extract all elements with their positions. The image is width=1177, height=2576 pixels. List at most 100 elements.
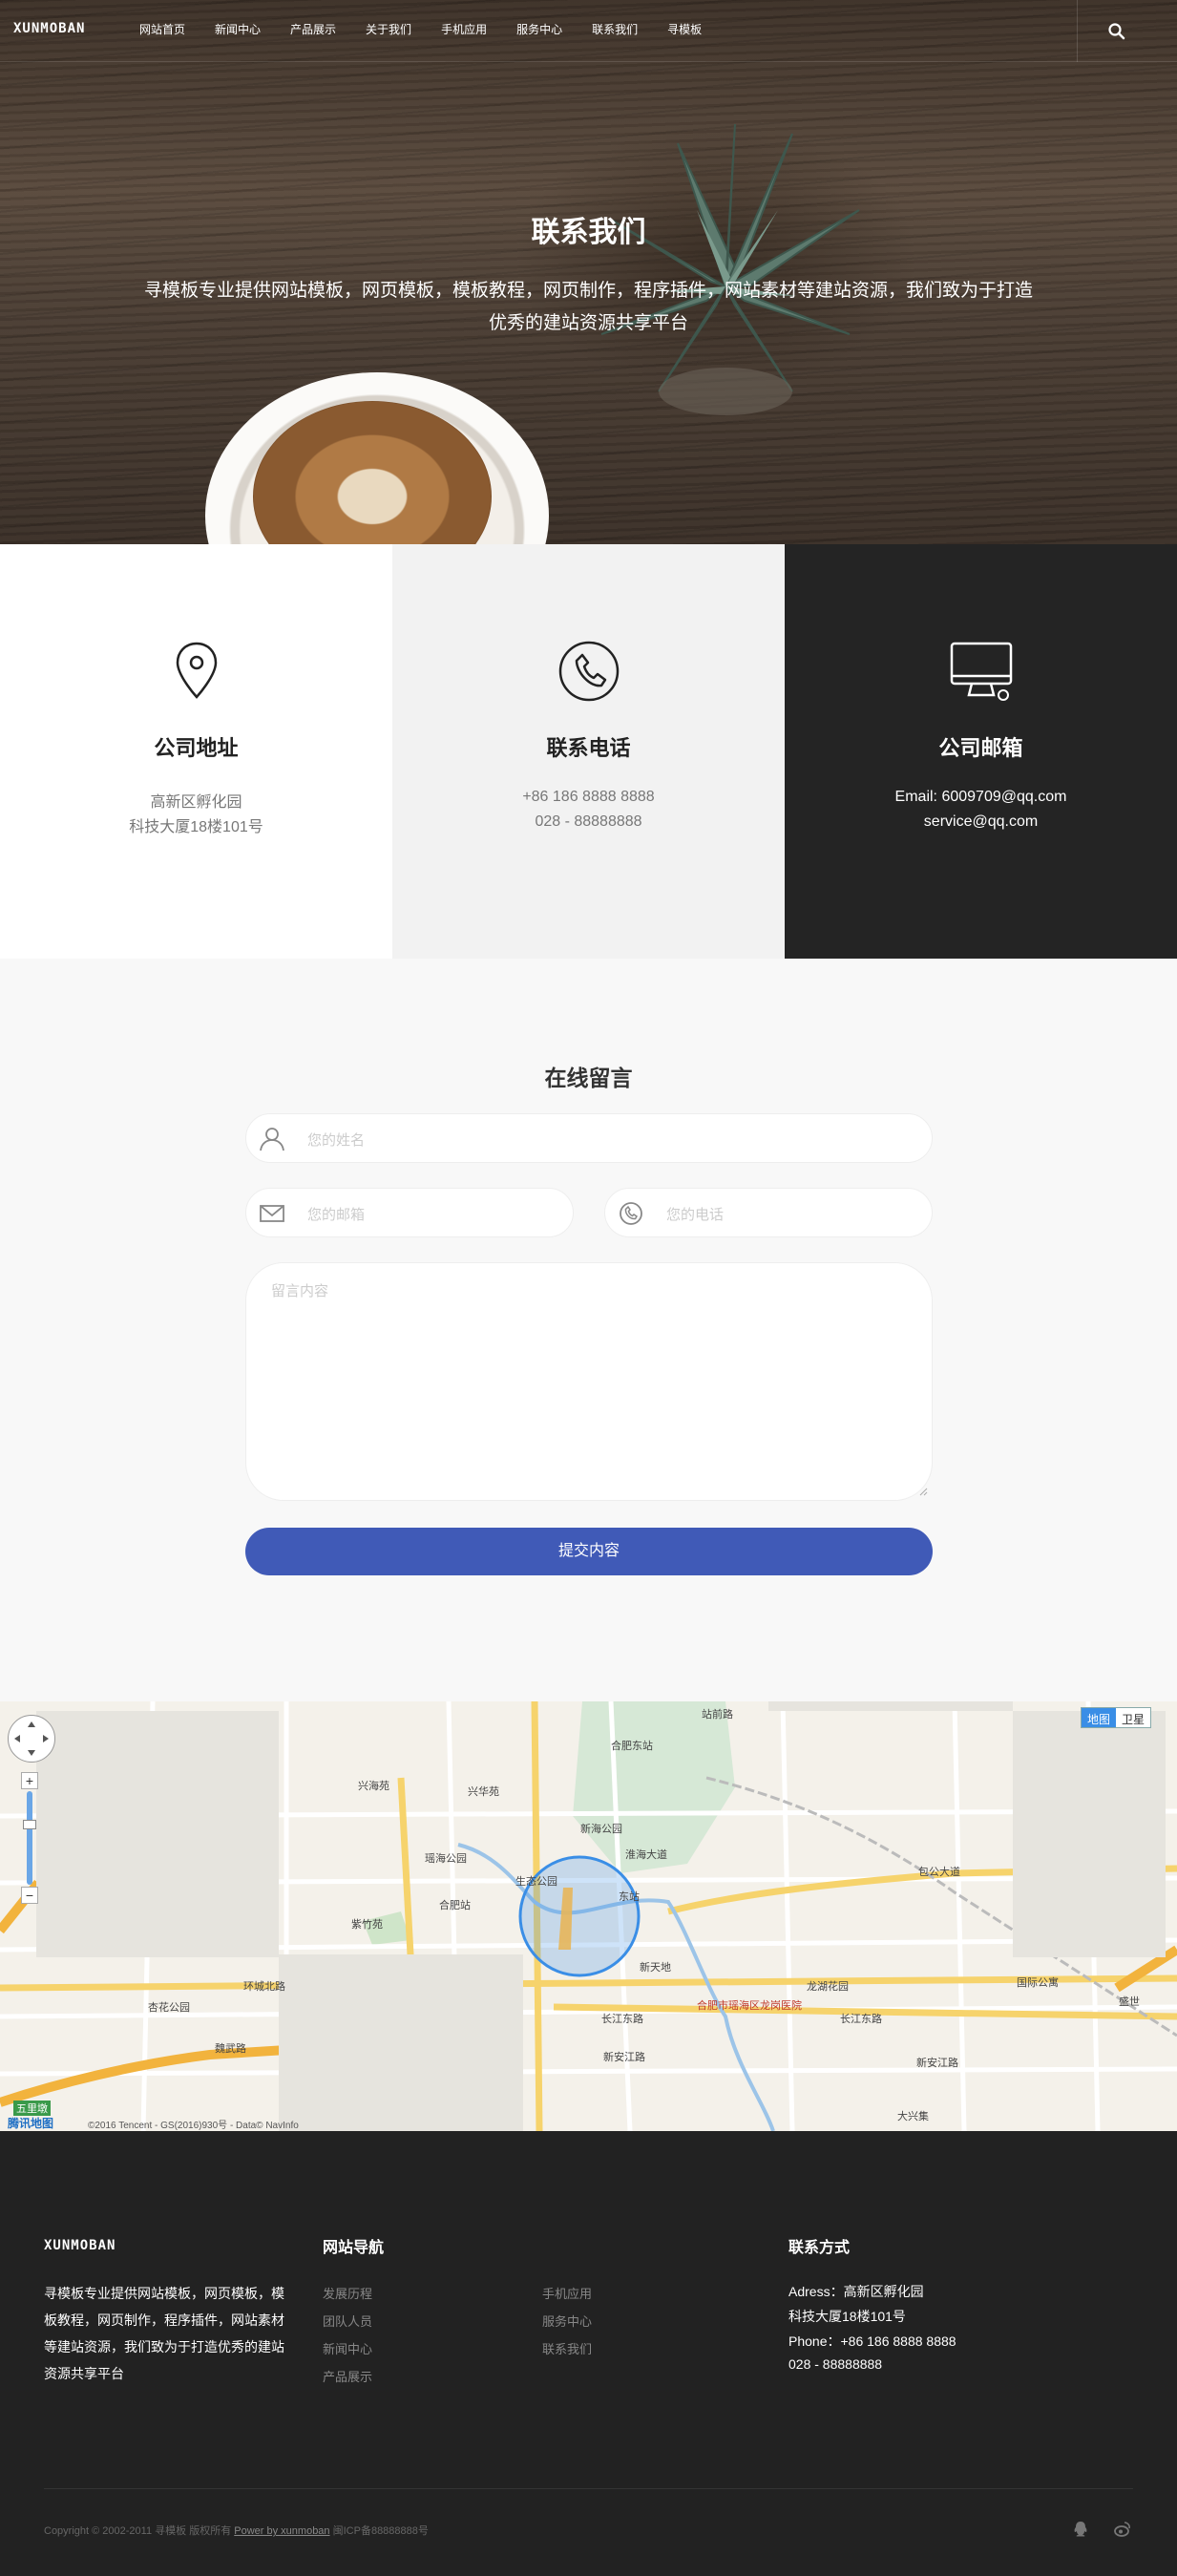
email-title: 公司邮箱 (938, 736, 1023, 760)
name-placeholder: 您的姓名 (307, 1132, 366, 1149)
phone-icon (620, 1202, 642, 1225)
address-line2: 科技大厦18楼101号 (129, 819, 263, 835)
copyright: Copyright © 2002-2011 寻模板 版权所有 Power by … (44, 2523, 429, 2538)
submit-button[interactable]: 提交内容 (245, 1528, 933, 1575)
map-label: 合肥市瑶海区龙岗医院 (697, 2000, 802, 2012)
footer-link[interactable]: 手机应用 (542, 2284, 592, 2302)
menu-item-products[interactable]: 产品展示 (290, 21, 336, 37)
map-label: 杏花公园 (148, 2002, 190, 2014)
powered-by-link[interactable]: Power by xunmoban (234, 2525, 329, 2537)
zoom-slider-thumb[interactable] (23, 1820, 36, 1829)
menu-item-about[interactable]: 关于我们 (366, 21, 411, 37)
menu-item-home[interactable]: 网站首页 (139, 21, 185, 37)
main-menu: 网站首页 新闻中心 产品展示 关于我们 手机应用 服务中心 联系我们 寻模板 (139, 21, 731, 37)
site-logo[interactable]: XUNMOBAN (13, 21, 85, 36)
map-label: 盛世 (1119, 1996, 1140, 2008)
footer-link[interactable]: 发展历程 (323, 2284, 372, 2302)
message-placeholder: 留言内容 (271, 1283, 329, 1299)
footer-logo[interactable]: XUNMOBAN (44, 2238, 116, 2253)
succulent-plant (600, 123, 860, 415)
email-input[interactable]: 您的邮箱 (245, 1188, 574, 1237)
footer-link[interactable]: 产品展示 (323, 2367, 372, 2385)
map-label: 大兴集 (897, 2111, 929, 2122)
map-label: 兴海苑 (358, 1781, 389, 1792)
map-credit: ©2016 Tencent - GS(2016)930号 - Data© Nav… (88, 2121, 299, 2131)
map-label: 环城北路 (243, 1981, 285, 1993)
footer-link[interactable]: 新闻中心 (323, 2339, 372, 2357)
map-label: 包公大道 (918, 1867, 960, 1878)
address-card: 公司地址 高新区孵化园 科技大厦18楼101号 (0, 544, 392, 959)
email-line1[interactable]: Email: 6009709@qq.com (785, 789, 1177, 806)
menu-item-contact[interactable]: 联系我们 (592, 21, 638, 37)
map-label: 长江东路 (840, 2014, 882, 2025)
email-card: 公司邮箱 Email: 6009709@qq.com service@qq.co… (785, 544, 1177, 959)
phone-line2: 028 - 88888888 (535, 813, 642, 830)
icp-text: 闽ICP备88888888号 (332, 2525, 429, 2537)
name-input[interactable]: 您的姓名 (245, 1113, 933, 1163)
phone-input[interactable]: 您的电话 (604, 1188, 933, 1237)
menu-item-service[interactable]: 服务中心 (516, 21, 562, 37)
phone-icon (558, 641, 619, 702)
email-line2[interactable]: service@qq.com (785, 813, 1177, 831)
menu-item-xunmoban[interactable]: 寻模板 (667, 21, 702, 37)
resize-handle-icon[interactable] (918, 1487, 928, 1496)
hero-description-line2: 优秀的建站资源共享平台 (488, 313, 688, 333)
map-type-map[interactable]: 地图 (1082, 1708, 1117, 1727)
map-label: 国际公寓 (1017, 1977, 1059, 1989)
message-textarea[interactable]: 留言内容 (245, 1262, 933, 1501)
form-title: 在线留言 (544, 1066, 633, 1090)
search-icon[interactable] (1107, 22, 1126, 41)
map-brand[interactable]: 腾讯地图 (8, 2115, 53, 2131)
qq-icon[interactable] (1071, 2520, 1090, 2539)
email-placeholder: 您的邮箱 (307, 1207, 366, 1223)
footer-contact-line: 028 - 88888888 (788, 2356, 883, 2372)
map-label: 龙湖花园 (807, 1981, 849, 1993)
footer-link[interactable]: 服务中心 (542, 2312, 592, 2330)
zoom-slider-track[interactable] (27, 1791, 32, 1885)
map-label: 魏武路 (215, 2043, 246, 2055)
map-label: 新安江路 (603, 2052, 645, 2063)
map-label: 合肥东站 (611, 1741, 653, 1752)
site-footer: XUNMOBAN 寻模板专业提供网站模板，网页模板，模板教程，网页制作，程序插件… (0, 2131, 1177, 2576)
footer-contact-title: 联系方式 (788, 2240, 851, 2256)
footer-about: 寻模板专业提供网站模板，网页模板，模板教程，网页制作，程序插件，网站素材等建站资… (44, 2286, 284, 2381)
pan-control[interactable] (8, 1715, 55, 1763)
map-label: 淮海大道 (625, 1849, 667, 1861)
hero-description: 寻模板专业提供网站模板，网页模板，模板教程，网页制作，程序插件，网站素材等建站资… (134, 275, 1043, 340)
map-label: 新海公园 (580, 1824, 622, 1835)
address-line1: 高新区孵化园 (150, 794, 242, 811)
map-label: 瑶海公园 (425, 1853, 467, 1865)
zoom-in-button[interactable]: + (21, 1772, 38, 1789)
map-label: 新天地 (640, 1962, 671, 1974)
zoom-out-button[interactable]: − (21, 1887, 38, 1904)
phone-line1: +86 186 8888 8888 (522, 789, 655, 805)
footer-contact-line: Adress：高新区孵化园 (788, 2284, 924, 2299)
map-type-toggle: 地图 卫星 (1081, 1707, 1152, 1728)
menu-item-news[interactable]: 新闻中心 (215, 21, 261, 37)
map-label: 合肥站 (439, 1900, 471, 1911)
map-widget[interactable]: + − 地图 卫星 合肥东站 兴海苑 兴华苑 新海公园 淮海大道 瑶海公园 生态… (0, 1701, 1177, 2131)
hero-description-line1: 寻模板专业提供网站模板，网页模板，模板教程，网页制作，程序插件，网站素材等建站资… (143, 281, 1033, 301)
map-type-satellite[interactable]: 卫星 (1116, 1708, 1151, 1727)
zoom-control[interactable]: + − (19, 1772, 40, 1906)
footer-contact-line: Phone：+86 186 8888 8888 (788, 2333, 956, 2349)
monitor-icon (950, 642, 1012, 701)
phone-title: 联系电话 (546, 736, 631, 760)
footer-nav-title: 网站导航 (323, 2240, 385, 2256)
weibo-icon[interactable] (1113, 2520, 1132, 2539)
map-label: 东站 (619, 1891, 640, 1903)
footer-link[interactable]: 联系我们 (542, 2339, 592, 2357)
location-pin-icon (176, 642, 217, 699)
map-label: 兴华苑 (468, 1786, 499, 1798)
menu-item-mobile[interactable]: 手机应用 (441, 21, 487, 37)
nav-divider (1077, 0, 1078, 62)
pan-arrows-icon (14, 1721, 49, 1756)
phone-placeholder: 您的电话 (666, 1207, 725, 1223)
top-navigation: XUNMOBAN 网站首页 新闻中心 产品展示 关于我们 手机应用 服务中心 联… (0, 0, 1177, 62)
footer-link[interactable]: 团队人员 (323, 2312, 372, 2330)
map-label: 紫竹苑 (351, 1919, 383, 1931)
footer-divider (44, 2488, 1133, 2489)
map-tiles[interactable] (0, 1701, 1177, 2131)
envelope-icon (260, 1205, 284, 1222)
phone-card: 联系电话 +86 186 8888 8888 028 - 88888888 (392, 544, 785, 959)
